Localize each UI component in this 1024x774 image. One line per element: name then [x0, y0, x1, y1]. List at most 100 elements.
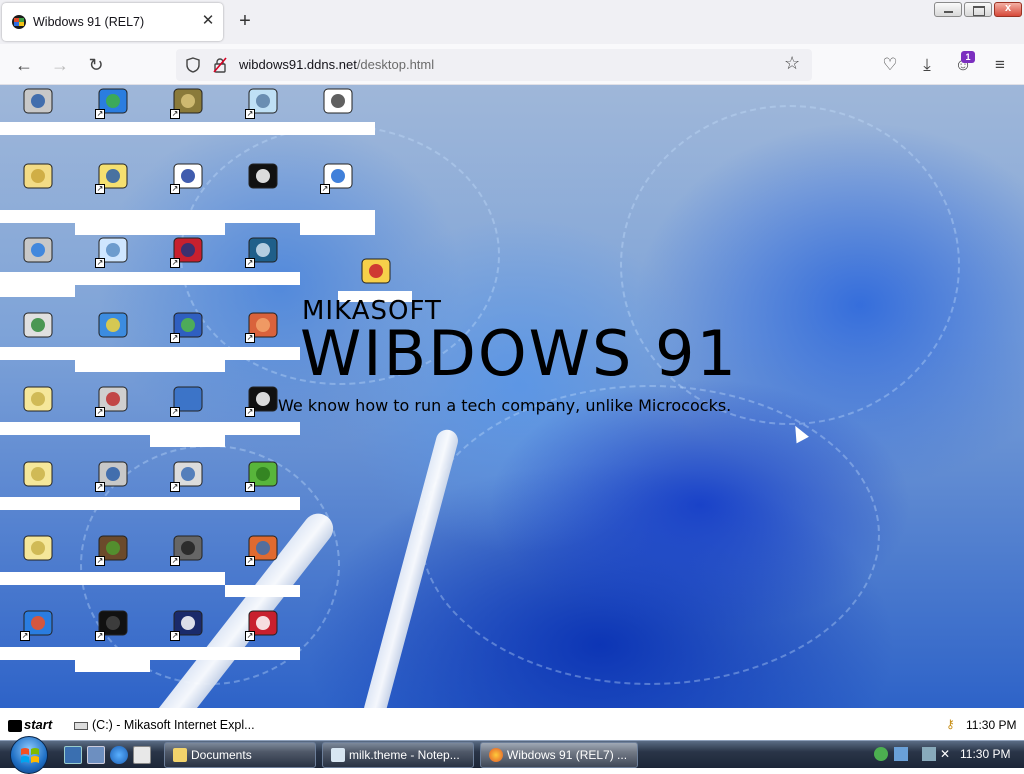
window-icon[interactable]: ↗ [170, 158, 206, 194]
back-button[interactable]: ← [12, 53, 36, 77]
switch-windows-icon[interactable] [87, 746, 105, 764]
font-icon[interactable] [358, 253, 394, 289]
open-folder-icon[interactable] [20, 158, 56, 194]
notepad-icon [331, 748, 345, 762]
start-logo-icon [8, 719, 22, 732]
globe-icon[interactable]: ↗ [95, 85, 131, 119]
tab-title: Wibdows 91 (REL7) [33, 15, 145, 29]
calculator-icon[interactable]: ↗ [245, 232, 281, 268]
volume-muted-icon[interactable]: ✕ [940, 747, 954, 761]
minimize-window-button[interactable] [934, 2, 962, 17]
properties-icon[interactable]: ↗ [170, 456, 206, 492]
icon-caption[interactable] [75, 360, 225, 372]
pocket-icon[interactable]: ♡ [878, 53, 902, 77]
close-tab-icon[interactable]: ✕ [199, 12, 217, 30]
url-text[interactable]: wibdows91.ddns.net/desktop.html [239, 57, 434, 72]
icon-caption[interactable] [0, 572, 225, 585]
taskbar-button-label: Documents [191, 748, 252, 762]
network-computer-icon[interactable] [20, 232, 56, 268]
my-computer-icon[interactable] [20, 85, 56, 119]
folder-icon[interactable] [20, 456, 56, 492]
shortcut-arrow-icon: ↗ [170, 332, 180, 343]
computer-icon[interactable]: ↗ [95, 456, 131, 492]
shortcut-arrow-icon: ↗ [245, 556, 255, 566]
shortcut-arrow-icon: ↗ [170, 109, 180, 119]
black-cat-icon[interactable]: ↗ [95, 605, 131, 641]
folder-icon[interactable] [20, 381, 56, 417]
taskbar-button-label: Wibdows 91 (REL7) ... [507, 748, 628, 762]
money-bag-icon[interactable]: ↗ [170, 85, 206, 119]
taskbar-button-notepad[interactable]: milk.theme - Notep... [322, 742, 474, 768]
icon-caption[interactable] [0, 497, 300, 510]
sponge-mesh [420, 385, 880, 685]
us-flag-icon[interactable]: ↗ [170, 232, 206, 268]
new-tab-button[interactable]: + [234, 10, 256, 32]
ie-icon[interactable] [95, 307, 131, 343]
windows-globe-icon[interactable]: ↗ [20, 605, 56, 641]
gear-icon[interactable]: ↗ [170, 530, 206, 566]
floppy-icon[interactable]: ↗ [170, 605, 206, 641]
windows-taskbar: Documents milk.theme - Notep... Wibdows … [0, 736, 1024, 774]
blue-shape-icon[interactable]: ↗ [170, 381, 206, 417]
monitor-tray-icon[interactable] [922, 747, 936, 761]
shortcut-arrow-icon: ↗ [95, 556, 105, 566]
icon-caption[interactable] [0, 210, 375, 223]
recycle-bin-icon[interactable] [20, 307, 56, 343]
icon-caption[interactable] [225, 585, 300, 597]
firefox-icon [489, 748, 503, 762]
start-label: start [24, 717, 53, 732]
icon-caption[interactable] [0, 272, 300, 285]
github-icon[interactable] [245, 158, 281, 194]
icon-caption[interactable] [300, 223, 375, 235]
show-desktop-icon[interactable] [64, 746, 82, 764]
icon-caption[interactable] [0, 422, 300, 435]
url-path: /desktop.html [356, 57, 435, 72]
icon-caption[interactable] [0, 647, 300, 660]
folder-icon[interactable] [20, 530, 56, 566]
icon-caption[interactable] [75, 660, 150, 672]
icon-caption[interactable] [0, 347, 300, 360]
tab-strip: Wibdows 91 (REL7) ✕ + x [0, 0, 1024, 44]
document-icon[interactable] [320, 85, 356, 119]
ie-page-icon[interactable]: ↗ [320, 158, 356, 194]
windows-start-orb[interactable] [10, 736, 48, 774]
bookmark-star-icon[interactable]: ☆ [784, 53, 800, 74]
internet-explorer-icon[interactable] [110, 746, 128, 764]
reload-button[interactable]: ↻ [84, 53, 108, 77]
menu-icon[interactable]: ≡ [988, 53, 1012, 77]
shortcut-arrow-icon: ↗ [20, 630, 30, 641]
browser-tab[interactable]: Wibdows 91 (REL7) ✕ [2, 3, 223, 41]
8-ball-icon[interactable]: ↗ [245, 381, 281, 417]
network-tray-icon[interactable] [894, 747, 908, 761]
notepad-icon[interactable]: ↗ [245, 85, 281, 119]
wibdows-favicon-icon [12, 15, 26, 29]
taskbar-button-firefox[interactable]: Wibdows 91 (REL7) ... [480, 742, 638, 768]
shield-icon[interactable] [185, 57, 201, 73]
users-tray-icon[interactable] [874, 747, 888, 761]
icon-caption[interactable] [75, 223, 225, 235]
insecure-lock-icon[interactable] [212, 57, 228, 73]
wibdows-start-button[interactable]: start [8, 717, 52, 732]
close-window-button[interactable]: x [994, 2, 1022, 17]
paint-icon[interactable]: ↗ [245, 307, 281, 343]
msn-icon[interactable]: ↗ [170, 307, 206, 343]
icon-caption[interactable] [0, 285, 75, 297]
paint-brushes-icon[interactable]: ↗ [95, 381, 131, 417]
taskbar-button-documents[interactable]: Documents [164, 742, 316, 768]
url-bar[interactable]: wibdows91.ddns.net/desktop.html ☆ [176, 49, 812, 81]
maximize-window-button[interactable] [964, 2, 992, 17]
icon-caption[interactable] [0, 122, 375, 135]
icon-caption[interactable] [150, 435, 225, 447]
downloads-icon[interactable]: ⤓ [915, 53, 939, 77]
chat-bubble-icon[interactable]: ↗ [95, 232, 131, 268]
forward-button[interactable]: → [48, 53, 72, 77]
shortcut-arrow-icon: ↗ [170, 556, 180, 566]
drive-icon [74, 721, 88, 730]
grass-icon[interactable]: ↗ [245, 456, 281, 492]
minecraft-icon[interactable]: ↗ [95, 530, 131, 566]
users-icon[interactable]: ↗ [245, 530, 281, 566]
gift-icon[interactable]: ↗ [245, 605, 281, 641]
wibdows-task-button[interactable]: (C:) - Mikasoft Internet Expl... [74, 718, 255, 732]
notepad-quicklaunch-icon[interactable] [133, 746, 151, 764]
help-icon[interactable]: ↗ [95, 158, 131, 194]
